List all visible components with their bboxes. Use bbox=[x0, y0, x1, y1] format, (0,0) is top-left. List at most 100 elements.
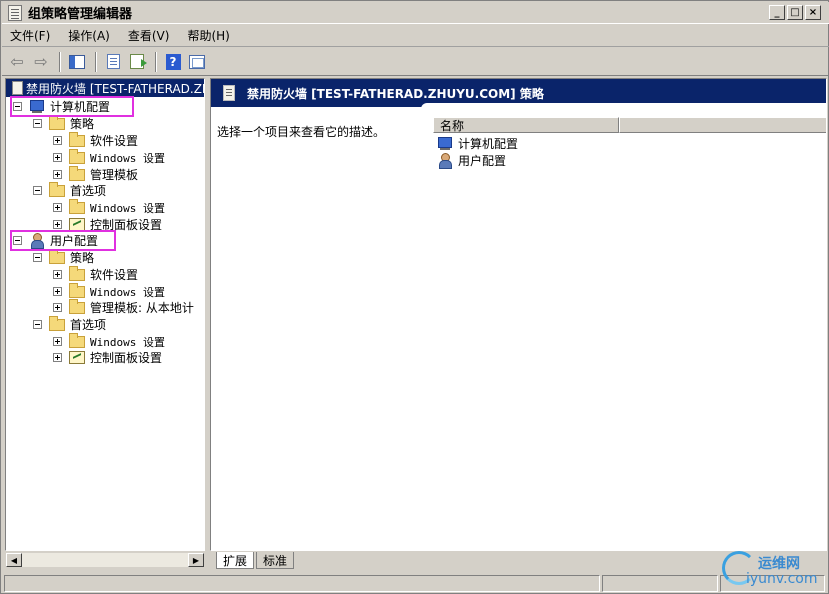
tree-label: 管理模板: 从本地计 bbox=[90, 301, 194, 315]
watermark-cn: 运维网 bbox=[758, 556, 800, 572]
gpo-icon bbox=[223, 85, 235, 101]
tree-root-gpo[interactable]: 禁用防火墙 [TEST-FATHERAD.ZH bbox=[6, 79, 205, 97]
tree-node-windows-settings[interactable]: Windows 设置 bbox=[53, 198, 165, 216]
menu-file[interactable]: 文件(F) bbox=[10, 27, 50, 44]
toolbar-separator bbox=[155, 51, 157, 72]
toolbar: ⇦ ⇨ ? bbox=[2, 48, 829, 76]
expand-toggle[interactable] bbox=[53, 353, 62, 362]
tree-node-software-settings[interactable]: 软件设置 bbox=[53, 131, 139, 149]
watermark-logo: 运维网 iyunv.com bbox=[720, 549, 824, 589]
tree-node-policy[interactable]: 策略 bbox=[33, 114, 95, 132]
expand-toggle[interactable] bbox=[53, 220, 62, 229]
list-header: 名称 bbox=[433, 117, 826, 133]
forward-button[interactable]: ⇨ bbox=[30, 51, 52, 73]
expand-toggle[interactable] bbox=[53, 303, 62, 312]
collapse-toggle[interactable] bbox=[33, 253, 42, 262]
list-item-label: 计算机配置 bbox=[458, 137, 519, 151]
forward-arrow-icon: ⇨ bbox=[34, 52, 48, 71]
tree-node-admin-templates[interactable]: 管理模板 bbox=[53, 165, 139, 183]
folder-icon bbox=[69, 165, 85, 181]
gpo-editor-window: 组策略管理编辑器 _ □ × 文件(F) 操作(A) 查看(V) 帮助(H) ⇦… bbox=[0, 0, 829, 594]
tree-label: 软件设置 bbox=[90, 134, 139, 148]
minimize-button[interactable]: _ bbox=[769, 5, 785, 20]
tree-node-windows-settings[interactable]: Windows 设置 bbox=[53, 148, 165, 166]
properties-button[interactable] bbox=[102, 51, 124, 73]
expand-toggle[interactable] bbox=[53, 287, 62, 296]
back-arrow-icon: ⇦ bbox=[10, 52, 24, 71]
tree-label: Windows 设置 bbox=[90, 285, 165, 299]
column-header-empty[interactable] bbox=[619, 117, 826, 133]
tree-node-policy[interactable]: 策略 bbox=[33, 248, 95, 266]
tree-node-windows-settings[interactable]: Windows 设置 bbox=[53, 332, 165, 350]
folder-icon bbox=[49, 248, 65, 264]
tree-label: 策略 bbox=[70, 117, 95, 131]
collapse-toggle[interactable] bbox=[33, 320, 42, 329]
scroll-right-button[interactable]: ▶ bbox=[188, 553, 204, 567]
tree-node-software-settings[interactable]: 软件设置 bbox=[53, 265, 139, 283]
tab-extended[interactable]: 扩展 bbox=[216, 552, 255, 569]
window-controls: _ □ × bbox=[769, 5, 821, 20]
highlight-box bbox=[10, 96, 134, 117]
expand-toggle[interactable] bbox=[53, 136, 62, 145]
export-list-icon bbox=[130, 54, 147, 69]
tab-standard[interactable]: 标准 bbox=[256, 552, 295, 569]
expand-toggle[interactable] bbox=[53, 203, 62, 212]
tree-horizontal-scrollbar[interactable]: ◀ ▶ bbox=[5, 552, 205, 568]
status-bar bbox=[2, 573, 829, 594]
control-panel-icon bbox=[69, 351, 85, 364]
tree-node-preferences[interactable]: 首选项 bbox=[33, 181, 107, 199]
expand-toggle[interactable] bbox=[53, 270, 62, 279]
tree-node-preferences[interactable]: 首选项 bbox=[33, 315, 106, 333]
properties-icon bbox=[106, 54, 120, 69]
status-cell bbox=[602, 575, 718, 592]
menu-bar: 文件(F) 操作(A) 查看(V) 帮助(H) bbox=[2, 25, 829, 47]
folder-icon bbox=[69, 148, 85, 164]
tree-node-windows-settings[interactable]: Windows 设置 bbox=[53, 282, 165, 300]
list-item-label: 用户配置 bbox=[458, 154, 507, 168]
close-button[interactable]: × bbox=[805, 5, 821, 20]
folder-icon bbox=[69, 282, 85, 298]
window-title: 组策略管理编辑器 bbox=[28, 7, 133, 22]
app-icon bbox=[8, 4, 22, 21]
show-tree-icon bbox=[69, 54, 85, 69]
collapse-toggle[interactable] bbox=[33, 186, 42, 195]
scroll-left-button[interactable]: ◀ bbox=[6, 553, 22, 567]
expand-toggle[interactable] bbox=[53, 337, 62, 346]
details-pane: 禁用防火墙 [TEST-FATHERAD.ZHUYU.COM] 策略 选择一个项… bbox=[210, 78, 827, 551]
description-text: 选择一个项目来查看它的描述。 bbox=[217, 125, 386, 139]
list-item-computer-config[interactable]: 计算机配置 bbox=[437, 135, 518, 152]
column-header-name[interactable]: 名称 bbox=[433, 117, 619, 133]
help-button[interactable]: ? bbox=[162, 51, 184, 73]
folder-icon bbox=[69, 332, 85, 348]
tree-root-label: 禁用防火墙 [TEST-FATHERAD.ZH bbox=[26, 81, 205, 96]
folder-icon bbox=[69, 298, 85, 314]
export-list-button[interactable] bbox=[126, 51, 148, 73]
tree-label: 管理模板 bbox=[90, 168, 139, 182]
user-icon bbox=[437, 153, 453, 169]
computer-icon bbox=[437, 136, 453, 151]
show-tree-button[interactable] bbox=[66, 51, 88, 73]
menu-help[interactable]: 帮助(H) bbox=[187, 27, 229, 44]
tree-label: 首选项 bbox=[70, 184, 107, 198]
menu-action[interactable]: 操作(A) bbox=[68, 27, 110, 44]
collapse-toggle[interactable] bbox=[33, 119, 42, 128]
tree-node-control-panel-settings[interactable]: 控制面板设置 bbox=[53, 349, 162, 366]
tree-label: 控制面板设置 bbox=[90, 351, 163, 365]
tree-label: Windows 设置 bbox=[90, 201, 165, 215]
tree-label: 软件设置 bbox=[90, 268, 139, 282]
back-button[interactable]: ⇦ bbox=[6, 51, 28, 73]
watermark-en: iyunv.com bbox=[746, 571, 818, 587]
maximize-button[interactable]: □ bbox=[787, 5, 803, 20]
view-button[interactable] bbox=[186, 51, 208, 73]
toolbar-separator bbox=[95, 51, 97, 72]
list-item-user-config[interactable]: 用户配置 bbox=[437, 152, 506, 169]
tree-label: 策略 bbox=[70, 251, 95, 265]
menu-view[interactable]: 查看(V) bbox=[128, 27, 170, 44]
toolbar-separator bbox=[59, 51, 61, 72]
expand-toggle[interactable] bbox=[53, 170, 62, 179]
tree-pane[interactable]: 禁用防火墙 [TEST-FATHERAD.ZH 计算机配置 策略 软件设置 Wi… bbox=[5, 78, 205, 551]
folder-icon bbox=[69, 198, 85, 214]
details-title: 禁用防火墙 [TEST-FATHERAD.ZHUYU.COM] 策略 bbox=[247, 86, 544, 101]
expand-toggle[interactable] bbox=[53, 153, 62, 162]
tree-node-admin-templates[interactable]: 管理模板: 从本地计 bbox=[53, 298, 194, 316]
